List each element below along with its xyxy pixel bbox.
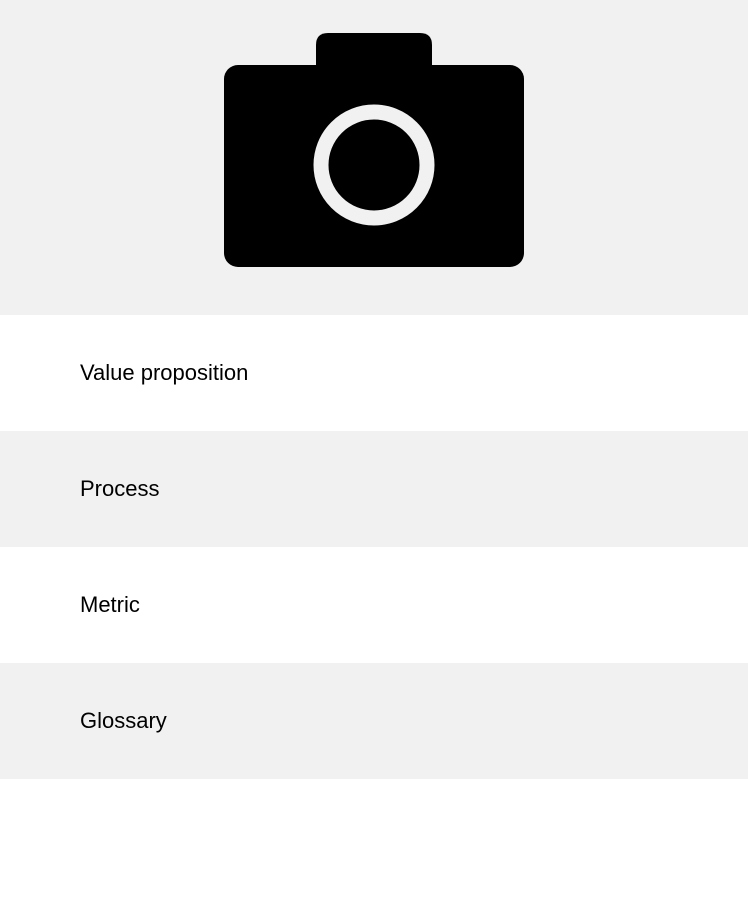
menu-item-label: Process xyxy=(80,476,160,501)
menu-item-metric[interactable]: Metric xyxy=(0,547,748,663)
hero-image-placeholder xyxy=(0,0,748,315)
menu-item-label: Glossary xyxy=(80,708,167,733)
menu-item-glossary[interactable]: Glossary xyxy=(0,663,748,779)
camera-icon xyxy=(224,33,524,267)
menu-item-label: Metric xyxy=(80,592,140,617)
menu-item-label: Value proposition xyxy=(80,360,249,385)
menu-item-process[interactable]: Process xyxy=(0,431,748,547)
menu-list: Value proposition Process Metric Glossar… xyxy=(0,315,748,779)
menu-item-value-proposition[interactable]: Value proposition xyxy=(0,315,748,431)
